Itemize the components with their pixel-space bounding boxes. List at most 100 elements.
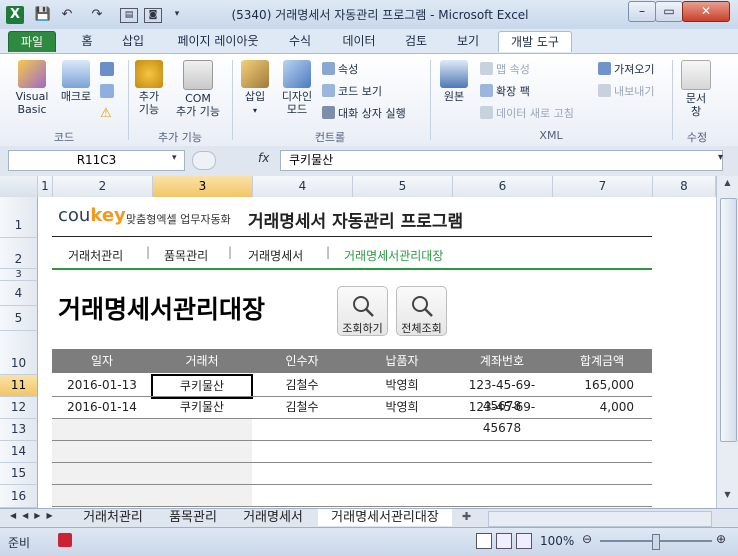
- sheet-tab-invoice[interactable]: 거래명세서: [234, 509, 312, 526]
- close-button[interactable]: ✕: [682, 1, 730, 22]
- column-header[interactable]: 6: [453, 176, 553, 197]
- page-layout-view-icon[interactable]: [496, 533, 512, 549]
- import-button[interactable]: 가져오기: [598, 62, 654, 77]
- select-all-corner[interactable]: [0, 176, 38, 197]
- excel-app-icon[interactable]: X: [6, 6, 24, 24]
- row-header[interactable]: 4: [0, 281, 38, 306]
- record-macro-icon[interactable]: [100, 62, 114, 76]
- tab-review[interactable]: 검토: [396, 31, 436, 51]
- name-box[interactable]: R11C3: [8, 150, 185, 171]
- sheet-tab-invoice-ledger[interactable]: 거래명세서관리대장: [318, 509, 452, 526]
- row-header[interactable]: 2: [0, 238, 38, 269]
- table-cell[interactable]: 123-45-69-45678: [452, 375, 552, 413]
- form-icon[interactable]: ▤: [120, 8, 138, 23]
- column-header[interactable]: 8: [653, 176, 716, 197]
- tab-page-layout[interactable]: 페이지 레이아웃: [165, 31, 271, 51]
- nav-invoice-ledger[interactable]: 거래명세서관리대장: [344, 247, 443, 264]
- scroll-thumb[interactable]: [720, 198, 737, 442]
- zoom-slider-thumb[interactable]: [652, 534, 660, 550]
- nav-customer-management[interactable]: 거래처관리: [68, 247, 123, 264]
- macro-security-icon[interactable]: ⚠: [100, 106, 112, 121]
- nav-item-management[interactable]: 품목관리: [164, 247, 208, 264]
- page-break-view-icon[interactable]: [516, 533, 532, 549]
- horizontal-scrollbar[interactable]: [488, 511, 712, 527]
- macro-button[interactable]: 매크로: [56, 60, 96, 103]
- table-cell[interactable]: 4,000: [552, 397, 634, 418]
- formula-bar-expand-icon[interactable]: ▾: [718, 152, 723, 163]
- run-dialog-button[interactable]: 대화 상자 실행: [322, 106, 406, 121]
- zoom-in-icon[interactable]: ⊕: [716, 532, 726, 546]
- table-cell[interactable]: 2016-01-13: [52, 375, 152, 396]
- row-header[interactable]: 16: [0, 485, 38, 508]
- restore-button[interactable]: ▭: [655, 1, 683, 22]
- zoom-out-icon[interactable]: ⊖: [582, 532, 592, 546]
- com-addins-button[interactable]: COM 추가 기능: [168, 60, 228, 118]
- export-button[interactable]: 내보내기: [598, 84, 654, 99]
- addins-button[interactable]: 추가 기능: [132, 60, 166, 116]
- table-cell[interactable]: 박영희: [352, 397, 452, 418]
- column-header[interactable]: 5: [353, 176, 453, 197]
- column-header[interactable]: 2: [53, 176, 153, 197]
- insert-control-button[interactable]: 삽입 ▾: [236, 60, 274, 117]
- formula-expand-handle[interactable]: [192, 151, 216, 170]
- table-cell[interactable]: 쿠키물산: [152, 397, 252, 418]
- row-header[interactable]: 13: [0, 419, 38, 441]
- nav-invoice[interactable]: 거래명세서: [248, 247, 303, 264]
- formula-input[interactable]: 쿠키물산: [280, 150, 723, 171]
- tab-home[interactable]: 홈: [70, 31, 104, 51]
- column-header[interactable]: 7: [553, 176, 653, 197]
- expansion-packs-button[interactable]: 확장 팩: [480, 84, 530, 99]
- row-header[interactable]: 1: [0, 197, 38, 238]
- document-panel-button[interactable]: 문서 창: [678, 60, 714, 118]
- fx-icon[interactable]: fx: [258, 151, 269, 165]
- tab-developer[interactable]: 개발 도구: [498, 31, 572, 52]
- row-header[interactable]: 5: [0, 306, 38, 331]
- redo-icon[interactable]: ↷: [88, 6, 106, 23]
- table-cell[interactable]: 123-45-69-45678: [452, 397, 552, 435]
- row-header[interactable]: 10: [0, 331, 38, 375]
- insert-sheet-icon[interactable]: ✚: [462, 510, 471, 523]
- design-mode-button[interactable]: 디자인 모드: [276, 60, 318, 116]
- row-header[interactable]: 14: [0, 441, 38, 463]
- save-icon[interactable]: 💾: [34, 6, 52, 23]
- tab-formulas[interactable]: 수식: [280, 31, 320, 51]
- view-all-button[interactable]: 전체조회: [396, 286, 447, 336]
- table-cell[interactable]: 2016-01-14: [52, 397, 152, 418]
- properties-button[interactable]: 속성: [322, 62, 358, 77]
- search-button[interactable]: 조회하기: [337, 286, 388, 336]
- row-header[interactable]: 15: [0, 463, 38, 485]
- vertical-scrollbar[interactable]: ▲ ▼: [716, 176, 738, 508]
- sheet-nav-arrows-icon[interactable]: ◀◀▶▶: [10, 511, 59, 520]
- refresh-data-button[interactable]: 데이터 새로 고침: [480, 106, 574, 121]
- name-box-dropdown-icon[interactable]: ▾: [172, 153, 177, 163]
- column-header[interactable]: 4: [253, 176, 353, 197]
- column-header[interactable]: 3: [153, 176, 253, 197]
- row-header[interactable]: 11: [0, 375, 38, 397]
- table-cell[interactable]: 박영희: [352, 375, 452, 396]
- tab-data[interactable]: 데이터: [334, 31, 384, 51]
- normal-view-icon[interactable]: [476, 533, 492, 549]
- scroll-up-icon[interactable]: ▲: [720, 178, 735, 192]
- visual-basic-button[interactable]: Visual Basic: [10, 60, 54, 116]
- tab-insert[interactable]: 삽입: [112, 31, 154, 51]
- sheet-tab-customers[interactable]: 거래처관리: [74, 509, 152, 526]
- xml-source-button[interactable]: 원본: [436, 60, 472, 103]
- relative-reference-icon[interactable]: [100, 84, 114, 98]
- row-header[interactable]: 12: [0, 397, 38, 419]
- tab-file[interactable]: 파일: [8, 31, 56, 52]
- sheet-tab-items[interactable]: 품목관리: [160, 509, 226, 526]
- record-macro-status-icon[interactable]: [58, 533, 72, 547]
- table-cell[interactable]: 김철수: [252, 397, 352, 418]
- zoom-level[interactable]: 100%: [540, 534, 574, 548]
- camera-icon[interactable]: ◙: [144, 8, 162, 23]
- row-header[interactable]: 3: [0, 269, 38, 281]
- minimize-button[interactable]: –: [628, 1, 656, 22]
- column-header[interactable]: 1: [38, 176, 53, 197]
- scroll-down-icon[interactable]: ▼: [720, 490, 735, 504]
- undo-icon[interactable]: ↶: [58, 6, 76, 23]
- view-code-button[interactable]: 코드 보기: [322, 84, 382, 99]
- table-cell[interactable]: 김철수: [252, 375, 352, 396]
- table-cell[interactable]: 165,000: [552, 375, 634, 396]
- tab-view[interactable]: 보기: [448, 31, 488, 51]
- map-properties-button[interactable]: 맵 속성: [480, 62, 530, 77]
